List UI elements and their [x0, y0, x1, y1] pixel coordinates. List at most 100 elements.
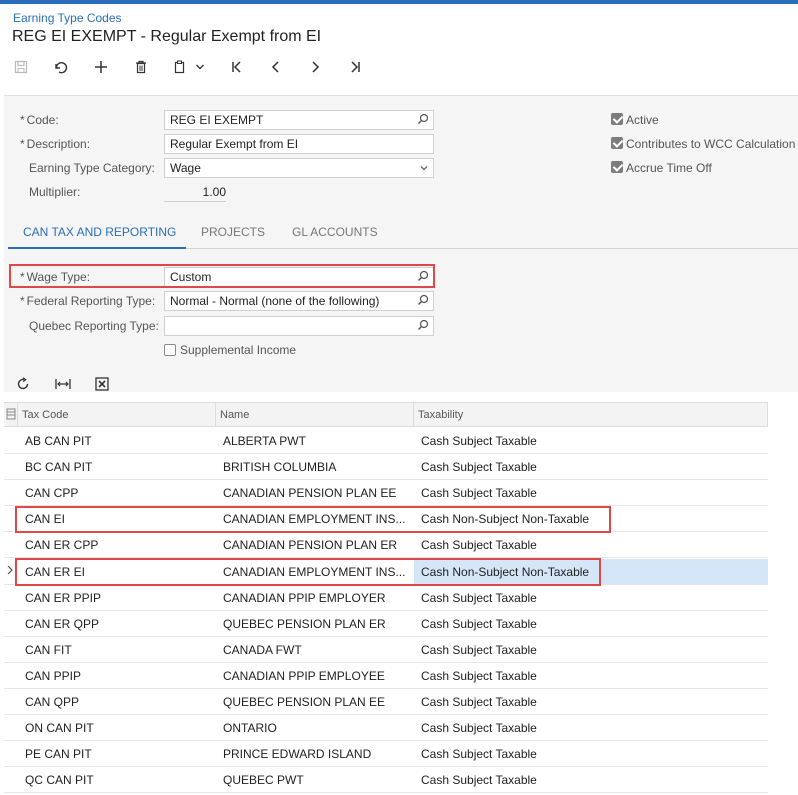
- breadcrumb[interactable]: Earning Type Codes: [13, 11, 122, 25]
- tab-can-tax-and-reporting[interactable]: CAN TAX AND REPORTING: [23, 225, 176, 239]
- name-cell[interactable]: PRINCE EDWARD ISLAND: [223, 747, 407, 761]
- delete-icon[interactable]: [128, 55, 154, 79]
- supplemental-income-checkbox[interactable]: [164, 344, 176, 356]
- tax-code-cell[interactable]: CAN EI: [25, 512, 215, 526]
- taxability-cell[interactable]: Cash Non-Subject Non-Taxable: [421, 565, 761, 579]
- tax-code-cell[interactable]: PE CAN PIT: [25, 747, 215, 761]
- table-row[interactable]: CAN FIT CANADA FWT Cash Subject Taxable: [4, 637, 768, 663]
- taxability-cell[interactable]: Cash Subject Taxable: [421, 643, 761, 657]
- search-icon[interactable]: [417, 294, 429, 309]
- taxability-cell[interactable]: Cash Subject Taxable: [421, 486, 761, 500]
- fit-columns-icon[interactable]: [55, 377, 71, 394]
- name-cell[interactable]: QUEBEC PWT: [223, 773, 407, 787]
- tax-code-cell[interactable]: CAN ER PPIP: [25, 591, 215, 605]
- column-header-name[interactable]: Name: [220, 409, 249, 421]
- chevron-down-icon[interactable]: [190, 55, 210, 79]
- wcc-checkbox[interactable]: [611, 137, 623, 149]
- undo-icon[interactable]: [48, 55, 74, 79]
- table-row[interactable]: CAN ER CPP CANADIAN PENSION PLAN ER Cash S…: [4, 532, 768, 559]
- required-mark: *: [20, 113, 25, 127]
- search-icon[interactable]: [417, 270, 429, 285]
- taxability-cell[interactable]: Cash Non-Subject Non-Taxable: [421, 512, 761, 526]
- category-select[interactable]: Wage: [164, 158, 434, 178]
- wage-type-value: Custom: [170, 270, 212, 284]
- taxability-cell[interactable]: Cash Subject Taxable: [421, 747, 761, 761]
- code-label: * Code:: [20, 113, 59, 127]
- quebec-reporting-field[interactable]: [164, 316, 434, 336]
- tab-projects[interactable]: PROJECTS: [201, 225, 265, 239]
- wage-type-label: * Wage Type:: [20, 270, 91, 284]
- description-label: * Description:: [20, 137, 91, 151]
- tax-code-cell[interactable]: CAN FIT: [25, 643, 215, 657]
- save-icon[interactable]: [8, 55, 34, 79]
- description-field[interactable]: Regular Exempt from EI: [164, 134, 434, 154]
- table-row[interactable]: CAN ER QPP QUEBEC PENSION PLAN ER Cash Sub…: [4, 611, 768, 637]
- taxability-cell[interactable]: Cash Subject Taxable: [421, 538, 761, 552]
- last-record-icon[interactable]: [342, 55, 368, 79]
- tax-code-cell[interactable]: CAN ER EI: [25, 565, 215, 579]
- table-row[interactable]: CAN QPP QUEBEC PENSION PLAN EE Cash Subjec…: [4, 689, 768, 715]
- table-row[interactable]: CAN ER PPIP CANADIAN PPIP EMPLOYER Cash Su…: [4, 585, 768, 611]
- name-cell[interactable]: CANADIAN PPIP EMPLOYEE: [223, 669, 407, 683]
- taxability-cell[interactable]: Cash Subject Taxable: [421, 695, 761, 709]
- table-row[interactable]: AB CAN PIT ALBERTA PWT Cash Subject Taxabl…: [4, 428, 768, 454]
- table-row[interactable]: BC CAN PIT BRITISH COLUMBIA Cash Subject T…: [4, 454, 768, 481]
- multiplier-field[interactable]: 1.00: [164, 182, 226, 202]
- add-icon[interactable]: [88, 55, 114, 79]
- table-row[interactable]: CAN PPIP CANADIAN PPIP EMPLOYEE Cash Subje…: [4, 663, 768, 689]
- name-cell[interactable]: CANADIAN EMPLOYMENT INS...: [223, 512, 407, 526]
- search-icon[interactable]: [417, 113, 429, 128]
- tax-code-cell[interactable]: AB CAN PIT: [25, 434, 215, 448]
- tax-code-cell[interactable]: CAN ER QPP: [25, 617, 215, 631]
- table-row[interactable]: CAN ER EI CANADIAN EMPLOYMENT INS... Cash …: [4, 558, 768, 585]
- previous-record-icon[interactable]: [263, 55, 289, 79]
- first-record-icon[interactable]: [224, 55, 250, 79]
- supplemental-income-label: Supplemental Income: [180, 343, 297, 357]
- name-cell[interactable]: CANADIAN PENSION PLAN EE: [223, 486, 407, 500]
- tab-gl-accounts[interactable]: GL ACCOUNTS: [292, 225, 378, 239]
- taxability-cell[interactable]: Cash Subject Taxable: [421, 721, 761, 735]
- wcc-label: Contributes to WCC Calculation: [626, 137, 796, 151]
- name-cell[interactable]: BRITISH COLUMBIA: [223, 460, 407, 474]
- taxability-cell[interactable]: Cash Subject Taxable: [421, 460, 761, 474]
- name-cell[interactable]: CANADA FWT: [223, 643, 407, 657]
- name-cell[interactable]: QUEBEC PENSION PLAN ER: [223, 617, 407, 631]
- name-cell[interactable]: CANADIAN PENSION PLAN ER: [223, 538, 407, 552]
- table-row[interactable]: PE CAN PIT PRINCE EDWARD ISLAND Cash Subje…: [4, 741, 768, 768]
- chevron-down-icon[interactable]: [419, 162, 429, 176]
- taxability-cell[interactable]: Cash Subject Taxable: [421, 669, 761, 683]
- tax-code-cell[interactable]: BC CAN PIT: [25, 460, 215, 474]
- table-row[interactable]: CAN CPP CANADIAN PENSION PLAN EE Cash Subj…: [4, 480, 768, 507]
- tax-code-cell[interactable]: CAN QPP: [25, 695, 215, 709]
- tax-code-cell[interactable]: QC CAN PIT: [25, 773, 215, 787]
- next-record-icon[interactable]: [302, 55, 328, 79]
- active-checkbox[interactable]: [611, 113, 623, 125]
- wage-type-field[interactable]: Custom: [164, 267, 434, 287]
- tax-code-cell[interactable]: ON CAN PIT: [25, 721, 215, 735]
- refresh-icon[interactable]: [16, 377, 30, 394]
- name-cell[interactable]: QUEBEC PENSION PLAN EE: [223, 695, 407, 709]
- name-cell[interactable]: CANADIAN EMPLOYMENT INS...: [223, 565, 407, 579]
- table-row[interactable]: QC CAN PIT QUEBEC PWT Cash Subject Taxable: [4, 767, 768, 794]
- taxability-cell[interactable]: Cash Subject Taxable: [421, 617, 761, 631]
- row-selector-icon[interactable]: [6, 408, 16, 423]
- export-excel-icon[interactable]: [95, 377, 109, 394]
- table-row[interactable]: ON CAN PIT ONTARIO Cash Subject Taxable: [4, 715, 768, 742]
- name-cell[interactable]: ALBERTA PWT: [223, 434, 407, 448]
- name-cell[interactable]: ONTARIO: [223, 721, 407, 735]
- name-cell[interactable]: CANADIAN PPIP EMPLOYER: [223, 591, 407, 605]
- table-row[interactable]: CAN EI CANADIAN EMPLOYMENT INS... Cash Non…: [4, 506, 768, 533]
- category-value: Wage: [170, 161, 201, 175]
- taxability-cell[interactable]: Cash Subject Taxable: [421, 434, 761, 448]
- tax-code-cell[interactable]: CAN PPIP: [25, 669, 215, 683]
- federal-reporting-field[interactable]: Normal - Normal (none of the following): [164, 291, 434, 311]
- tax-code-cell[interactable]: CAN CPP: [25, 486, 215, 500]
- tax-code-cell[interactable]: CAN ER CPP: [25, 538, 215, 552]
- search-icon[interactable]: [417, 319, 429, 334]
- taxability-cell[interactable]: Cash Subject Taxable: [421, 773, 761, 787]
- code-field[interactable]: REG EI EXEMPT: [164, 110, 434, 130]
- accrue-time-off-checkbox[interactable]: [611, 161, 623, 173]
- taxability-cell[interactable]: Cash Subject Taxable: [421, 591, 761, 605]
- column-header-tax-code[interactable]: Tax Code: [22, 409, 68, 421]
- column-header-taxability[interactable]: Taxability: [418, 409, 463, 421]
